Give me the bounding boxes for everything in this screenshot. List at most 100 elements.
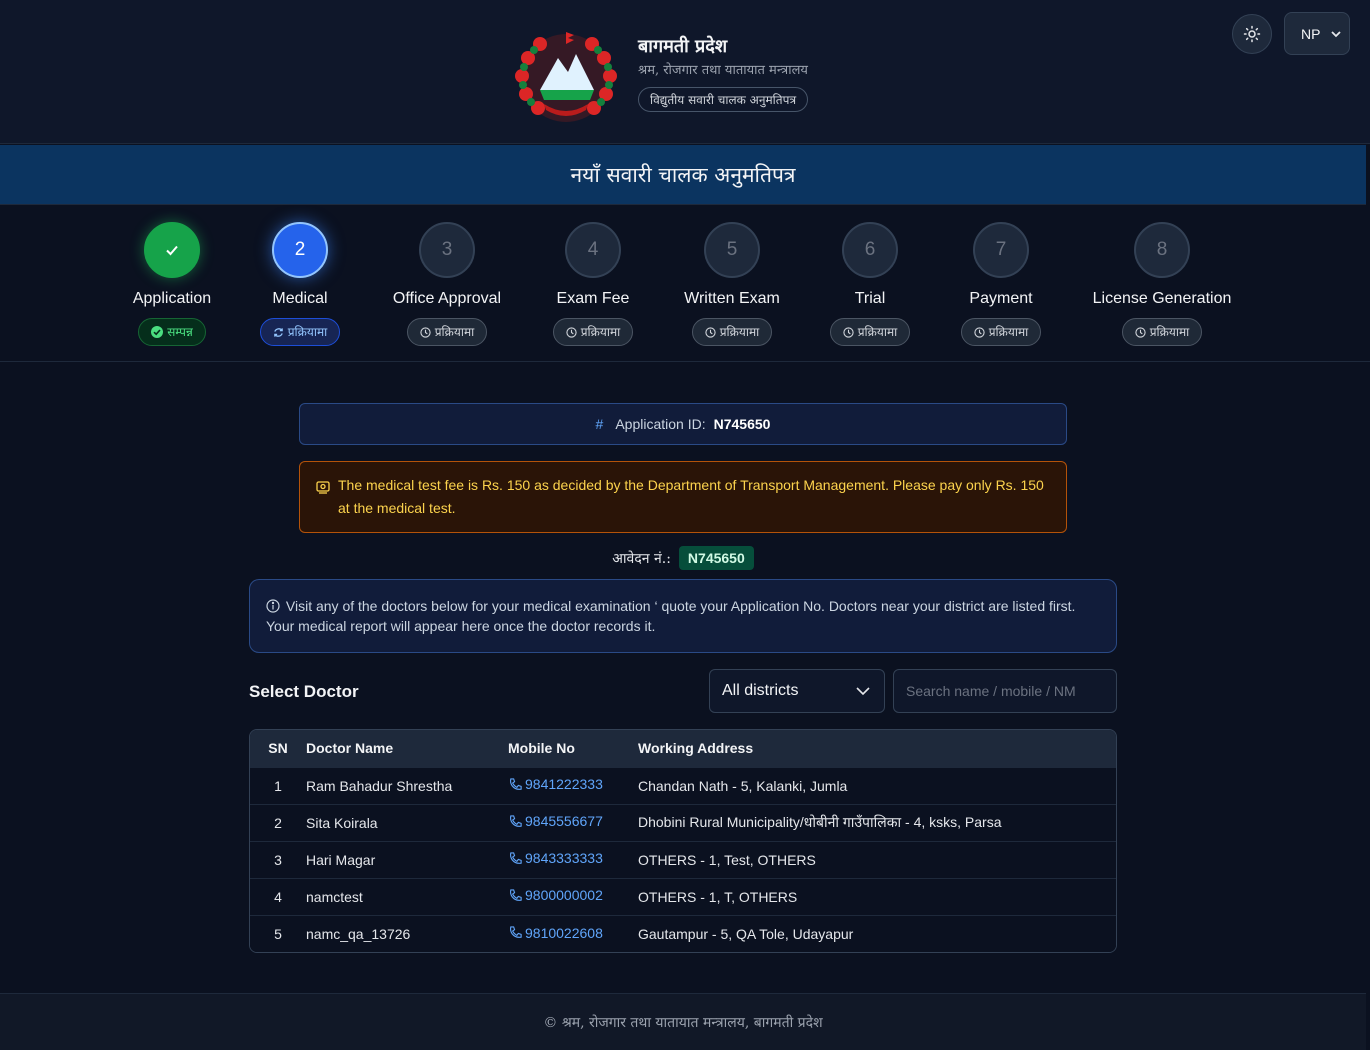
district-value: All districts [722,682,799,699]
brand-subtitle: श्रम, रोजगार तथा यातायात मन्त्रालय [638,63,808,78]
cell-sn: 3 [274,851,282,868]
phone-icon [509,889,522,901]
cell-name: Sita Koirala [306,814,378,831]
cell-sn: 4 [274,888,282,905]
phone-icon [509,852,522,864]
clock-icon [705,326,716,338]
clock-icon [974,326,985,338]
header-mobile: Mobile No [508,740,575,757]
application-id-value: N745650 [713,416,771,432]
footer-text: © श्रम, रोजगार तथा यातायात मन्त्रालय, बा… [543,1014,823,1031]
table-row[interactable]: 1 Ram Bahadur Shrestha 9841222333 Chanda… [250,767,1116,804]
application-number-row: आवेदन नं.: N745650 [0,546,1366,570]
header-name: Doctor Name [306,740,394,757]
step-circle: 3 [419,222,475,278]
language-select[interactable]: NP [1284,12,1350,55]
step-license-generation[interactable]: 8 License Generation प्रक्रियामा [1062,222,1262,346]
theme-toggle-button[interactable] [1232,14,1272,54]
header-sn: SN [268,740,288,757]
brand-pill: विद्युतीय सवारी चालक अनुमतिपत्र [638,87,809,112]
hash-icon: # [595,416,604,432]
clock-icon [843,326,854,338]
status-badge: प्रक्रियामा [960,318,1042,346]
check-icon [166,245,178,256]
chevron-down-icon [856,687,870,696]
step-circle: 7 [973,222,1029,278]
step-circle: 5 [704,222,760,278]
info-text: Visit any of the doctors below for your … [266,598,1076,634]
district-select[interactable]: All districts [709,669,885,713]
info-icon [266,599,280,613]
page-title: नयाँ सवारी चालक अनुमतिपत्र [570,162,796,187]
doctor-search-input[interactable] [893,669,1117,713]
phone-icon [509,815,522,827]
app-header: बागमती प्रदेश श्रम, रोजगार तथा यातायात म… [0,0,1370,144]
phone-link[interactable]: 9800000002 [508,887,603,903]
app-footer: © श्रम, रोजगार तथा यातायात मन्त्रालय, बा… [0,993,1366,1050]
status-badge: प्रक्रियामा [552,318,634,346]
clock-icon [420,326,431,338]
cell-name: Ram Bahadur Shrestha [306,777,453,794]
cell-address: Dhobini Rural Municipality/धोबीनी गाउँपा… [638,814,1002,830]
select-doctor-title: Select Doctor [249,682,359,701]
cell-sn: 2 [274,814,282,831]
application-id-box: # Application ID: N745650 [299,403,1067,445]
step-circle: 4 [565,222,621,278]
sun-icon [1243,25,1261,43]
page-title-banner: नयाँ सवारी चालक अनुमतिपत्र [0,145,1366,205]
chevron-down-icon [1331,31,1341,38]
cell-address: Gautampur - 5, QA Tole, Udayapur [638,925,854,942]
status-badge: प्रक्रियामा [829,318,911,346]
application-id-label: Application ID: [615,416,706,432]
fee-alert-text: The medical test fee is Rs. 150 as decid… [338,477,1044,516]
cell-name: Hari Magar [306,851,376,868]
phone-link[interactable]: 9845556677 [508,813,603,829]
phone-link[interactable]: 9843333333 [508,850,603,866]
table-row[interactable]: 5 namc_qa_13726 9810022608 Gautampur - 5… [250,915,1116,952]
status-badge: प्रक्रियामा [406,318,488,346]
table-row[interactable]: 3 Hari Magar 9843333333 OTHERS - 1, Test… [250,841,1116,878]
cell-name: namc_qa_13726 [306,925,411,942]
check-circle-icon [151,326,164,338]
phone-icon [509,778,522,790]
doctor-info-box: Visit any of the doctors below for your … [249,579,1117,653]
phone-icon [509,926,522,938]
step-label: License Generation [1092,290,1232,307]
brand-block: बागमती प्रदेश श्रम, रोजगार तथा यातायात म… [638,34,809,112]
clock-icon [1135,326,1146,338]
status-badge: सम्पन्न [138,318,206,346]
status-badge: प्रक्रियामा [1121,318,1203,346]
status-badge: प्रक्रियामा [259,318,341,346]
clock-icon [566,326,577,338]
doctor-table: SN Doctor Name Mobile No Working Address… [249,729,1117,953]
cell-sn: 5 [274,925,282,942]
medical-fee-alert: The medical test fee is Rs. 150 as decid… [299,461,1067,533]
progress-stepper: Application सम्पन्न 2 Medical प्रक्रियाम… [0,206,1370,362]
header-address: Working Address [638,740,754,757]
step-circle: 8 [1134,222,1190,278]
step-circle [144,222,200,278]
refresh-icon [273,327,283,337]
table-row[interactable]: 2 Sita Koirala 9845556677 Dhobini Rural … [250,804,1116,841]
cell-address: OTHERS - 1, T, OTHERS [638,888,798,905]
language-value: NP [1301,25,1321,42]
nepal-emblem-icon [515,32,617,122]
cell-mobile[interactable]: 9841222333 [508,767,638,804]
cell-mobile[interactable]: 9810022608 [508,915,638,952]
cell-mobile[interactable]: 9845556677 [508,804,638,841]
application-number-value: N745650 [678,546,754,570]
cell-mobile[interactable]: 9843333333 [508,841,638,878]
phone-link[interactable]: 9810022608 [508,925,603,941]
table-row[interactable]: 4 namctest 9800000002 OTHERS - 1, T, OTH… [250,878,1116,915]
cell-sn: 1 [274,777,282,794]
step-circle: 2 [272,222,328,278]
cell-address: OTHERS - 1, Test, OTHERS [638,851,816,868]
cell-mobile[interactable]: 9800000002 [508,878,638,915]
table-header-row: SN Doctor Name Mobile No Working Address [250,730,1116,767]
brand-title: बागमती प्रदेश [638,36,728,57]
phone-link[interactable]: 9841222333 [508,776,603,792]
cell-name: namctest [306,888,363,905]
step-circle: 6 [842,222,898,278]
status-badge: प्रक्रियामा [691,318,773,346]
receipt-icon [316,481,330,494]
